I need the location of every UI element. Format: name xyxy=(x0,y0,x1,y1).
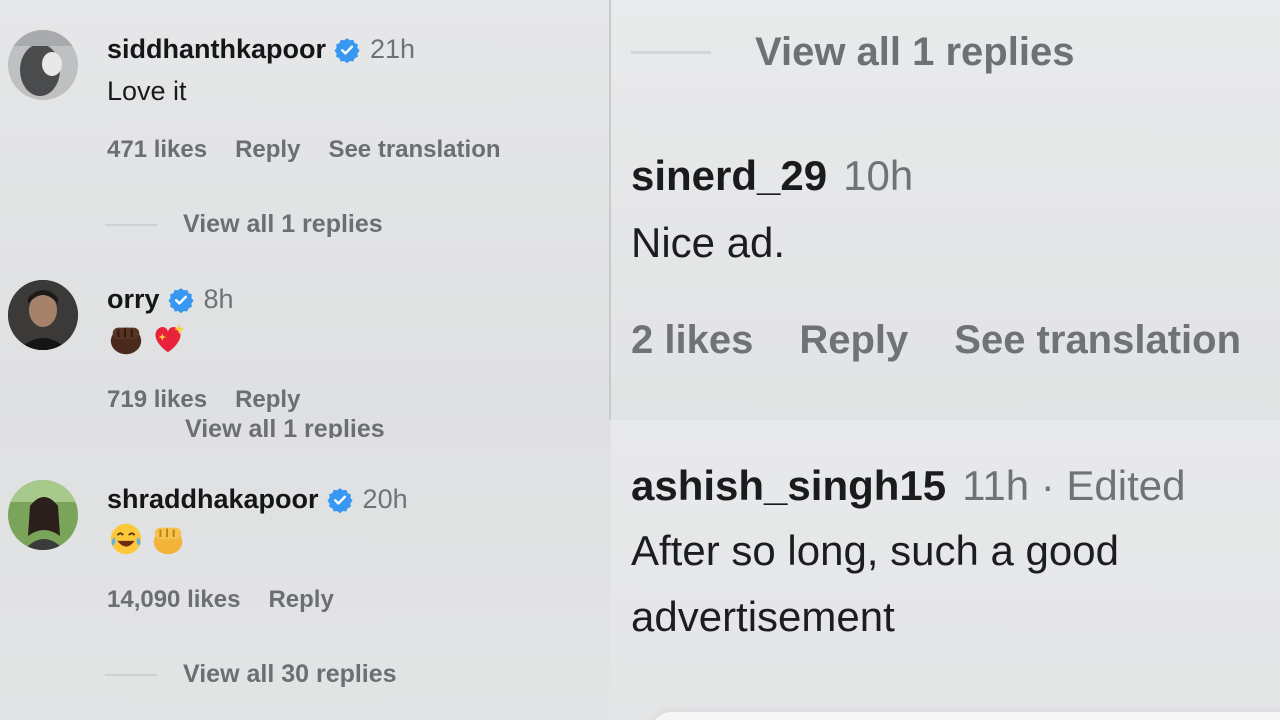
avatar[interactable] xyxy=(8,280,78,350)
username[interactable]: sinerd_29 xyxy=(631,152,827,200)
view-replies-button[interactable]: View all 1 replies xyxy=(631,30,1074,75)
comment-emojis xyxy=(107,320,187,358)
reply-button[interactable]: Reply xyxy=(268,586,333,614)
profile-photo-icon xyxy=(8,30,78,100)
reply-button[interactable]: Reply xyxy=(799,318,908,363)
comment-text: Nice ad. xyxy=(631,219,786,266)
comment-emojis xyxy=(107,520,187,558)
verified-badge-icon xyxy=(326,487,353,513)
timestamp: 20h xyxy=(362,484,408,514)
replies-divider xyxy=(105,673,157,676)
comments-panel-right-bottom: ashish_singh15 11h · Edited After so lon… xyxy=(611,420,1280,720)
likes-count[interactable]: 719 likes xyxy=(107,386,207,414)
likes-count[interactable]: 14,090 likes xyxy=(107,586,240,614)
view-replies-button[interactable]: View all 1 replies xyxy=(185,412,385,438)
profile-photo-icon xyxy=(8,480,78,550)
raised-fist-emoji-icon xyxy=(153,527,183,555)
timestamp: 8h xyxy=(203,284,234,314)
view-replies-label: View all 1 replies xyxy=(755,30,1075,74)
reply-button[interactable]: Reply xyxy=(235,136,300,164)
see-translation-button[interactable]: See translation xyxy=(328,136,500,164)
verified-badge-icon xyxy=(334,37,360,63)
username[interactable]: siddhanthkapoor xyxy=(107,34,326,65)
reply-button[interactable]: Reply xyxy=(235,386,300,414)
comment-text-line-2: advertisement xyxy=(631,593,895,640)
raised-fist-dark-skin-emoji-icon xyxy=(110,327,142,355)
timestamp: 10h xyxy=(843,152,914,199)
view-replies-button[interactable]: View all 30 replies xyxy=(105,660,397,689)
replies-divider xyxy=(105,223,157,226)
comment-text-line-1: After so long, such a good xyxy=(631,527,1119,574)
avatar[interactable] xyxy=(8,480,78,550)
username[interactable]: shraddhakapoor xyxy=(107,484,319,515)
timestamp-edited: 11h · Edited xyxy=(962,462,1186,509)
comments-panel-right-top: View all 1 replies sinerd_29 10h Nice ad… xyxy=(611,0,1280,420)
timestamp: 21h xyxy=(370,34,416,64)
replies-divider xyxy=(631,51,711,54)
comment-input-bar[interactable] xyxy=(651,712,1280,720)
comment-text: Love it xyxy=(107,76,187,106)
tears-of-joy-emoji-icon xyxy=(110,523,142,555)
likes-count[interactable]: 471 likes xyxy=(107,136,207,164)
sparkling-heart-emoji-icon xyxy=(155,323,185,353)
view-replies-label: View all 30 replies xyxy=(183,660,397,688)
avatar[interactable] xyxy=(8,30,78,100)
username[interactable]: orry xyxy=(107,284,160,315)
likes-count[interactable]: 2 likes xyxy=(631,318,753,363)
view-replies-button[interactable]: View all 1 replies xyxy=(105,210,383,239)
verified-badge-icon xyxy=(167,287,194,313)
profile-photo-icon xyxy=(8,280,78,350)
see-translation-button[interactable]: See translation xyxy=(954,318,1241,363)
view-replies-label: View all 1 replies xyxy=(183,210,383,238)
comments-panel-left: siddhanthkapoor 21h Love it 471 likes Re… xyxy=(0,0,610,720)
username[interactable]: ashish_singh15 xyxy=(631,462,946,510)
